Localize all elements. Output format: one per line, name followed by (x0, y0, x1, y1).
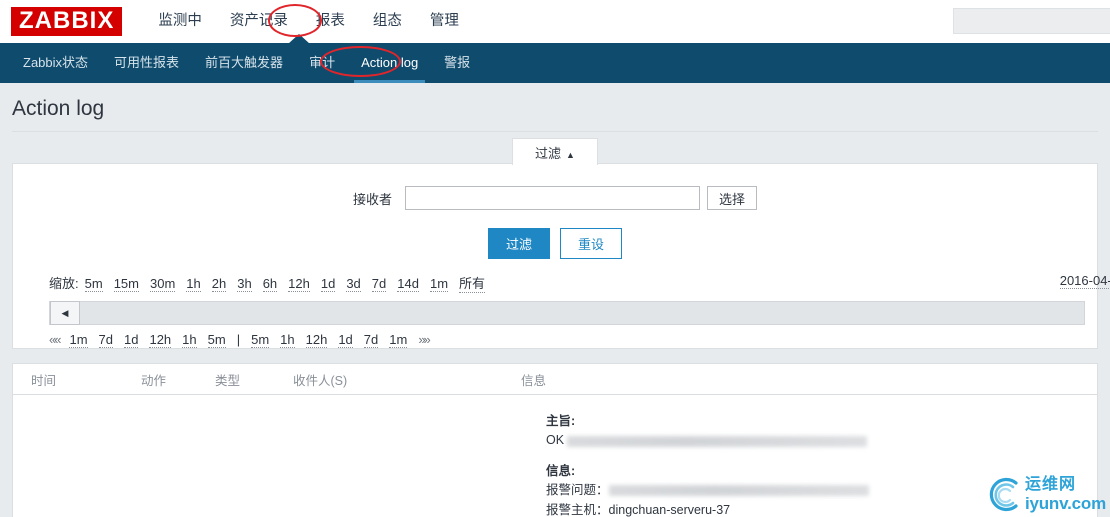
reset-filter-button[interactable]: 重设 (560, 228, 623, 259)
table-row: 主旨: OK 信息: 报警问题： 报警主机：dingchuan-serveru-… (546, 412, 869, 517)
message-info-label: 信息: (546, 463, 576, 478)
zoom-option-15m[interactable]: 15m (113, 276, 139, 292)
nav-back-1d[interactable]: 1d (124, 332, 139, 348)
nav-fwd-5m[interactable]: 5m (251, 332, 270, 348)
redacted-problem-text (608, 485, 869, 497)
filter-recipient-row: 接收者 选择 (13, 164, 1097, 210)
time-zoom-row: 缩放: 5m 15m 30m 1h 2h 3h 6h 12h 1d 3d 7d … (13, 265, 1110, 295)
nav-fwd-1d[interactable]: 1d (338, 332, 353, 348)
zoom-option-2h[interactable]: 2h (211, 276, 227, 292)
subnav-item-audit[interactable]: 审计 (296, 43, 348, 83)
zoom-option-5m[interactable]: 5m (84, 276, 103, 292)
zoom-option-1m[interactable]: 1m (429, 276, 449, 292)
zoom-option-3h[interactable]: 3h (237, 276, 252, 292)
time-range-slider[interactable]: ◀ (49, 301, 1085, 325)
filter-tab-row: 过滤 ▲ (12, 138, 1098, 165)
nav-back-1h[interactable]: 1h (182, 332, 197, 348)
select-recipient-button[interactable]: 选择 (707, 186, 757, 210)
filter-action-buttons: 过滤 重设 (13, 210, 1097, 265)
nav-item-administration[interactable]: 管理 (416, 0, 473, 43)
column-header-type[interactable]: 类型 (215, 370, 293, 389)
redacted-subject-text (567, 435, 868, 447)
nav-fwd-1m[interactable]: 1m (389, 332, 408, 348)
page-body: Action log 过滤 ▲ 接收者 选择 过滤 重设 缩放: 5m 15m 3… (0, 83, 1110, 517)
time-navigation-row: «« 1m 7d 1d 12h 1h 5m | 5m 1h 12h 1d 7d … (13, 325, 1097, 348)
nav-fwd-1h[interactable]: 1h (280, 332, 295, 348)
chevron-up-icon: ▲ (566, 150, 575, 160)
recipient-label: 接收者 (352, 191, 392, 207)
subnav-item-notifications[interactable]: 警报 (431, 43, 483, 83)
top-header: ZABBIX 监测中 资产记录 报表 组态 管理 (0, 0, 1110, 43)
nav-back-1m[interactable]: 1m (69, 332, 88, 348)
table-header-row: 时间 动作 类型 收件人(S) 信息 (13, 364, 1097, 395)
zabbix-logo[interactable]: ZABBIX (11, 6, 123, 36)
slider-left-handle[interactable]: ◀ (50, 301, 80, 325)
column-header-info[interactable]: 信息 (521, 370, 1097, 389)
subnav-item-action-log[interactable]: Action log (348, 43, 431, 83)
nav-back-7d[interactable]: 7d (98, 332, 113, 348)
nav-item-configuration[interactable]: 组态 (359, 0, 416, 43)
nav-back-12h[interactable]: 12h (149, 332, 172, 348)
zoom-option-all[interactable]: 所有 (459, 273, 486, 293)
nav-fwd-7d[interactable]: 7d (363, 332, 379, 348)
zoom-label: 缩放: (49, 276, 79, 291)
message-subject-value: OK (546, 433, 565, 448)
column-header-recipient[interactable]: 收件人(S) (293, 370, 521, 389)
message-subject-value-row: OK (546, 431, 869, 450)
message-line-host: 报警主机：dingchuan-serveru-37 (546, 501, 869, 517)
zoom-option-14d[interactable]: 14d (397, 276, 419, 292)
filter-tab-label: 过滤 (535, 146, 562, 161)
global-search-input[interactable] (953, 8, 1110, 34)
zoom-option-1d[interactable]: 1d (320, 276, 336, 292)
nav-next-icon[interactable]: »» (418, 332, 431, 347)
recipient-input[interactable] (405, 186, 700, 210)
subnav-item-availability-report[interactable]: 可用性报表 (101, 43, 192, 83)
message-line-problem: 报警问题： (546, 481, 869, 500)
nav-separator: | (236, 332, 241, 347)
message-subject-label: 主旨: (546, 414, 576, 428)
zoom-option-6h[interactable]: 6h (262, 276, 278, 292)
column-header-time[interactable]: 时间 (18, 370, 141, 389)
subnav-item-top-100-triggers[interactable]: 前百大触发器 (192, 43, 296, 83)
zoom-option-1h[interactable]: 1h (186, 276, 201, 292)
title-divider (12, 131, 1098, 132)
nav-item-monitoring[interactable]: 监测中 (144, 0, 216, 43)
zoom-option-7d[interactable]: 7d (371, 276, 387, 292)
message-line-problem-label: 报警问题： (546, 483, 609, 498)
nav-prev-icon[interactable]: «« (49, 332, 62, 347)
message-line-host-value: dingchuan-serveru-37 (608, 502, 731, 517)
filter-panel: 接收者 选择 过滤 重设 缩放: 5m 15m 30m 1h 2h 3h 6h … (12, 163, 1110, 349)
action-log-table: 时间 动作 类型 收件人(S) 信息 主旨: OK 信息: 报警问题： 报警主机… (12, 363, 1098, 517)
time-range-display[interactable]: 2016-04-0 (1059, 273, 1110, 289)
message-line-host-label: 报警主机： (546, 502, 609, 517)
nav-back-5m[interactable]: 5m (207, 332, 226, 348)
subnav-item-zabbix-status[interactable]: Zabbix状态 (10, 43, 101, 83)
nav-item-reports[interactable]: 报表 (302, 0, 359, 43)
zoom-option-30m[interactable]: 30m (149, 276, 176, 292)
filter-tab[interactable]: 过滤 ▲ (512, 138, 598, 165)
zoom-option-3d[interactable]: 3d (346, 276, 361, 292)
page-title: Action log (12, 97, 105, 120)
secondary-navigation: Zabbix状态 可用性报表 前百大触发器 审计 Action log 警报 (0, 34, 1110, 83)
nav-fwd-12h[interactable]: 12h (305, 332, 328, 348)
apply-filter-button[interactable]: 过滤 (487, 228, 550, 259)
column-header-action[interactable]: 动作 (141, 370, 215, 389)
zoom-option-12h[interactable]: 12h (288, 276, 310, 292)
caret-left-icon: ◀ (61, 307, 69, 318)
